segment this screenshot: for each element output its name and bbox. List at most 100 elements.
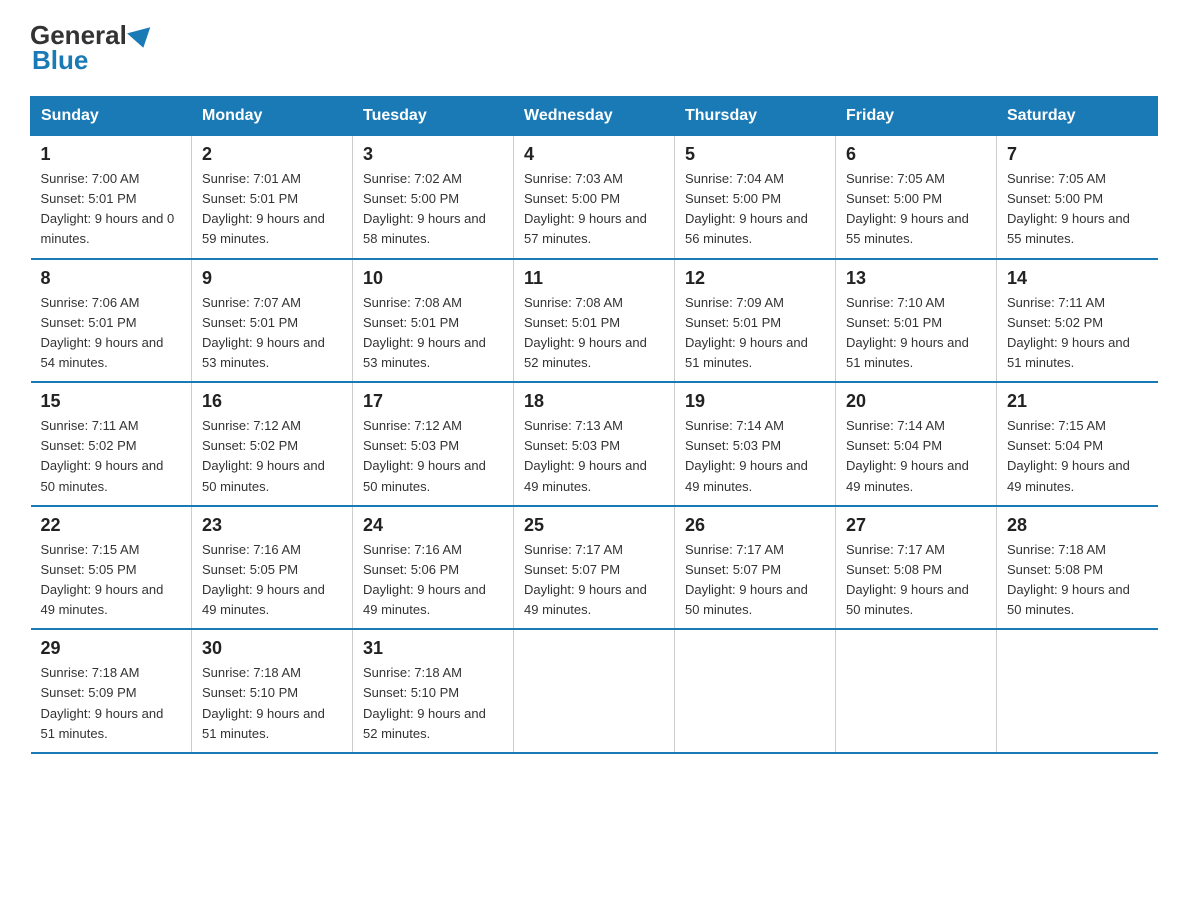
calendar-cell: 26 Sunrise: 7:17 AMSunset: 5:07 PMDayligh… [675, 506, 836, 630]
day-number: 6 [846, 144, 986, 165]
header-saturday: Saturday [997, 97, 1158, 136]
calendar-cell [997, 629, 1158, 753]
calendar-week-2: 8Sunrise: 7:06 AMSunset: 5:01 PMDaylight… [31, 259, 1158, 383]
day-info: Sunrise: 7:11 AMSunset: 5:02 PMDaylight:… [1007, 293, 1148, 374]
day-info: Sunrise: 7:08 AMSunset: 5:01 PMDaylight:… [363, 293, 503, 374]
calendar-cell: 10 Sunrise: 7:08 AMSunset: 5:01 PMDayligh… [353, 259, 514, 383]
day-number: 13 [846, 268, 986, 289]
day-number: 26 [685, 515, 825, 536]
calendar-cell: 4 Sunrise: 7:03 AMSunset: 5:00 PMDaylight… [514, 136, 675, 259]
day-number: 11 [524, 268, 664, 289]
day-info: Sunrise: 7:18 AMSunset: 5:08 PMDaylight:… [1007, 540, 1148, 621]
day-number: 23 [202, 515, 342, 536]
day-number: 3 [363, 144, 503, 165]
calendar-cell: 28Sunrise: 7:18 AMSunset: 5:08 PMDayligh… [997, 506, 1158, 630]
day-number: 16 [202, 391, 342, 412]
day-number: 2 [202, 144, 342, 165]
calendar-cell: 3 Sunrise: 7:02 AMSunset: 5:00 PMDaylight… [353, 136, 514, 259]
day-number: 12 [685, 268, 825, 289]
calendar-cell: 15 Sunrise: 7:11 AMSunset: 5:02 PMDayligh… [31, 382, 192, 506]
calendar-cell: 27 Sunrise: 7:17 AMSunset: 5:08 PMDayligh… [836, 506, 997, 630]
day-info: Sunrise: 7:01 AMSunset: 5:01 PMDaylight:… [202, 169, 342, 250]
calendar-cell: 8Sunrise: 7:06 AMSunset: 5:01 PMDaylight… [31, 259, 192, 383]
day-number: 5 [685, 144, 825, 165]
day-number: 4 [524, 144, 664, 165]
day-number: 20 [846, 391, 986, 412]
day-info: Sunrise: 7:12 AMSunset: 5:03 PMDaylight:… [363, 416, 503, 497]
header-wednesday: Wednesday [514, 97, 675, 136]
day-info: Sunrise: 7:02 AMSunset: 5:00 PMDaylight:… [363, 169, 503, 250]
calendar-cell: 31 Sunrise: 7:18 AMSunset: 5:10 PMDayligh… [353, 629, 514, 753]
day-number: 27 [846, 515, 986, 536]
calendar-week-1: 1 Sunrise: 7:00 AMSunset: 5:01 PMDaylight… [31, 136, 1158, 259]
day-number: 21 [1007, 391, 1148, 412]
calendar-week-4: 22 Sunrise: 7:15 AMSunset: 5:05 PMDayligh… [31, 506, 1158, 630]
day-number: 10 [363, 268, 503, 289]
calendar-cell [514, 629, 675, 753]
day-info: Sunrise: 7:17 AMSunset: 5:08 PMDaylight:… [846, 540, 986, 621]
day-number: 29 [41, 638, 182, 659]
logo-arrow-icon [127, 27, 155, 51]
calendar-cell: 30Sunrise: 7:18 AMSunset: 5:10 PMDayligh… [192, 629, 353, 753]
calendar-cell: 29 Sunrise: 7:18 AMSunset: 5:09 PMDayligh… [31, 629, 192, 753]
day-info: Sunrise: 7:09 AMSunset: 5:01 PMDaylight:… [685, 293, 825, 374]
calendar-cell: 6Sunrise: 7:05 AMSunset: 5:00 PMDaylight… [836, 136, 997, 259]
day-info: Sunrise: 7:10 AMSunset: 5:01 PMDaylight:… [846, 293, 986, 374]
day-number: 1 [41, 144, 182, 165]
day-info: Sunrise: 7:16 AMSunset: 5:05 PMDaylight:… [202, 540, 342, 621]
day-info: Sunrise: 7:11 AMSunset: 5:02 PMDaylight:… [41, 416, 182, 497]
day-number: 22 [41, 515, 182, 536]
calendar-cell [675, 629, 836, 753]
day-info: Sunrise: 7:08 AMSunset: 5:01 PMDaylight:… [524, 293, 664, 374]
calendar-cell: 21 Sunrise: 7:15 AMSunset: 5:04 PMDayligh… [997, 382, 1158, 506]
day-info: Sunrise: 7:17 AMSunset: 5:07 PMDaylight:… [685, 540, 825, 621]
logo-blue: Blue [32, 45, 88, 75]
calendar-header-row: SundayMondayTuesdayWednesdayThursdayFrid… [31, 97, 1158, 136]
day-info: Sunrise: 7:03 AMSunset: 5:00 PMDaylight:… [524, 169, 664, 250]
calendar-cell: 17 Sunrise: 7:12 AMSunset: 5:03 PMDayligh… [353, 382, 514, 506]
logo: General Blue [30, 20, 155, 76]
day-number: 18 [524, 391, 664, 412]
calendar-week-3: 15 Sunrise: 7:11 AMSunset: 5:02 PMDayligh… [31, 382, 1158, 506]
day-info: Sunrise: 7:17 AMSunset: 5:07 PMDaylight:… [524, 540, 664, 621]
day-number: 15 [41, 391, 182, 412]
day-number: 19 [685, 391, 825, 412]
calendar-cell: 14 Sunrise: 7:11 AMSunset: 5:02 PMDayligh… [997, 259, 1158, 383]
day-info: Sunrise: 7:05 AMSunset: 5:00 PMDaylight:… [1007, 169, 1148, 250]
day-number: 24 [363, 515, 503, 536]
day-number: 17 [363, 391, 503, 412]
calendar-cell: 18 Sunrise: 7:13 AMSunset: 5:03 PMDayligh… [514, 382, 675, 506]
header-friday: Friday [836, 97, 997, 136]
calendar-cell: 19 Sunrise: 7:14 AMSunset: 5:03 PMDayligh… [675, 382, 836, 506]
calendar-cell: 16Sunrise: 7:12 AMSunset: 5:02 PMDayligh… [192, 382, 353, 506]
calendar-cell [836, 629, 997, 753]
calendar-week-5: 29 Sunrise: 7:18 AMSunset: 5:09 PMDayligh… [31, 629, 1158, 753]
page-header: General Blue [30, 20, 1158, 76]
calendar-cell: 12 Sunrise: 7:09 AMSunset: 5:01 PMDayligh… [675, 259, 836, 383]
calendar-cell: 20Sunrise: 7:14 AMSunset: 5:04 PMDayligh… [836, 382, 997, 506]
day-info: Sunrise: 7:13 AMSunset: 5:03 PMDaylight:… [524, 416, 664, 497]
day-info: Sunrise: 7:15 AMSunset: 5:05 PMDaylight:… [41, 540, 182, 621]
day-info: Sunrise: 7:15 AMSunset: 5:04 PMDaylight:… [1007, 416, 1148, 497]
calendar-cell: 13 Sunrise: 7:10 AMSunset: 5:01 PMDayligh… [836, 259, 997, 383]
calendar-cell: 9 Sunrise: 7:07 AMSunset: 5:01 PMDaylight… [192, 259, 353, 383]
day-info: Sunrise: 7:07 AMSunset: 5:01 PMDaylight:… [202, 293, 342, 374]
day-info: Sunrise: 7:18 AMSunset: 5:09 PMDaylight:… [41, 663, 182, 744]
day-number: 9 [202, 268, 342, 289]
calendar-cell: 24 Sunrise: 7:16 AMSunset: 5:06 PMDayligh… [353, 506, 514, 630]
day-number: 31 [363, 638, 503, 659]
day-info: Sunrise: 7:18 AMSunset: 5:10 PMDaylight:… [363, 663, 503, 744]
header-thursday: Thursday [675, 97, 836, 136]
calendar-cell: 25 Sunrise: 7:17 AMSunset: 5:07 PMDayligh… [514, 506, 675, 630]
day-info: Sunrise: 7:04 AMSunset: 5:00 PMDaylight:… [685, 169, 825, 250]
day-info: Sunrise: 7:16 AMSunset: 5:06 PMDaylight:… [363, 540, 503, 621]
day-info: Sunrise: 7:18 AMSunset: 5:10 PMDaylight:… [202, 663, 342, 744]
header-tuesday: Tuesday [353, 97, 514, 136]
day-number: 8 [41, 268, 182, 289]
day-info: Sunrise: 7:00 AMSunset: 5:01 PMDaylight:… [41, 169, 182, 250]
calendar-cell: 2 Sunrise: 7:01 AMSunset: 5:01 PMDaylight… [192, 136, 353, 259]
day-info: Sunrise: 7:14 AMSunset: 5:03 PMDaylight:… [685, 416, 825, 497]
calendar-cell: 23 Sunrise: 7:16 AMSunset: 5:05 PMDayligh… [192, 506, 353, 630]
day-number: 25 [524, 515, 664, 536]
day-number: 14 [1007, 268, 1148, 289]
